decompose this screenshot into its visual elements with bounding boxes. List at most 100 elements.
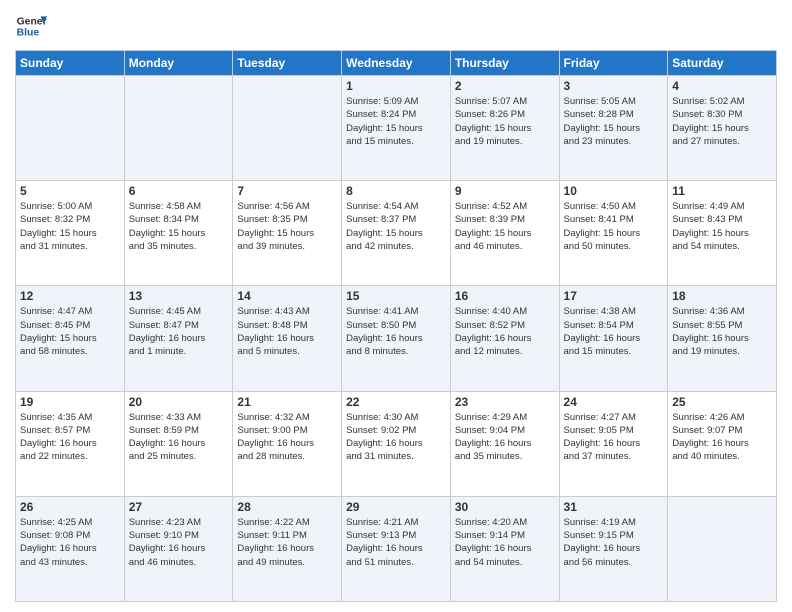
calendar-body: 1Sunrise: 5:09 AM Sunset: 8:24 PM Daylig…	[16, 76, 777, 602]
calendar-cell: 6 Sunrise: 4:58 AM Sunset: 8:34 PM Daylig…	[124, 181, 233, 286]
logo: General Blue	[15, 10, 47, 42]
day-info: Sunrise: 4:45 AM Sunset: 8:47 PM Dayligh…	[129, 305, 229, 358]
calendar-cell: 23 Sunrise: 4:29 AM Sunset: 9:04 PM Dayli…	[450, 391, 559, 496]
day-info: Sunrise: 4:58 AM Sunset: 8:34 PM Dayligh…	[129, 200, 229, 253]
svg-text:Blue: Blue	[17, 28, 40, 39]
day-info: Sunrise: 4:33 AM Sunset: 8:59 PM Dayligh…	[129, 411, 229, 464]
calendar-cell: 2 Sunrise: 5:07 AM Sunset: 8:26 PM Daylig…	[450, 76, 559, 181]
day-info: Sunrise: 4:30 AM Sunset: 9:02 PM Dayligh…	[346, 411, 446, 464]
day-info: Sunrise: 4:49 AM Sunset: 8:43 PM Dayligh…	[672, 200, 772, 253]
day-number: 19	[20, 395, 120, 409]
day-info: Sunrise: 4:29 AM Sunset: 9:04 PM Dayligh…	[455, 411, 555, 464]
calendar-cell: 1Sunrise: 5:09 AM Sunset: 8:24 PM Daylig…	[342, 76, 451, 181]
day-number: 4	[672, 79, 772, 93]
day-info: Sunrise: 4:35 AM Sunset: 8:57 PM Dayligh…	[20, 411, 120, 464]
day-number: 15	[346, 289, 446, 303]
calendar-cell: 24 Sunrise: 4:27 AM Sunset: 9:05 PM Dayli…	[559, 391, 668, 496]
day-info: Sunrise: 4:54 AM Sunset: 8:37 PM Dayligh…	[346, 200, 446, 253]
day-info: Sunrise: 4:38 AM Sunset: 8:54 PM Dayligh…	[564, 305, 664, 358]
calendar-cell: 11 Sunrise: 4:49 AM Sunset: 8:43 PM Dayli…	[668, 181, 777, 286]
calendar-cell: 7Sunrise: 4:56 AM Sunset: 8:35 PM Daylig…	[233, 181, 342, 286]
calendar-header-thursday: Thursday	[450, 51, 559, 76]
calendar-cell: 4 Sunrise: 5:02 AM Sunset: 8:30 PM Daylig…	[668, 76, 777, 181]
day-info: Sunrise: 4:25 AM Sunset: 9:08 PM Dayligh…	[20, 516, 120, 569]
calendar-cell: 13 Sunrise: 4:45 AM Sunset: 8:47 PM Dayli…	[124, 286, 233, 391]
calendar-cell: 14 Sunrise: 4:43 AM Sunset: 8:48 PM Dayli…	[233, 286, 342, 391]
calendar-cell: 21 Sunrise: 4:32 AM Sunset: 9:00 PM Dayli…	[233, 391, 342, 496]
day-info: Sunrise: 4:27 AM Sunset: 9:05 PM Dayligh…	[564, 411, 664, 464]
day-number: 27	[129, 500, 229, 514]
day-info: Sunrise: 5:00 AM Sunset: 8:32 PM Dayligh…	[20, 200, 120, 253]
day-info: Sunrise: 4:32 AM Sunset: 9:00 PM Dayligh…	[237, 411, 337, 464]
day-number: 31	[564, 500, 664, 514]
calendar-cell: 19 Sunrise: 4:35 AM Sunset: 8:57 PM Dayli…	[16, 391, 125, 496]
day-info: Sunrise: 4:43 AM Sunset: 8:48 PM Dayligh…	[237, 305, 337, 358]
calendar-header-monday: Monday	[124, 51, 233, 76]
day-number: 14	[237, 289, 337, 303]
day-number: 25	[672, 395, 772, 409]
day-info: Sunrise: 4:21 AM Sunset: 9:13 PM Dayligh…	[346, 516, 446, 569]
day-number: 2	[455, 79, 555, 93]
calendar-cell	[668, 496, 777, 601]
calendar-cell: 9Sunrise: 4:52 AM Sunset: 8:39 PM Daylig…	[450, 181, 559, 286]
calendar-cell: 12 Sunrise: 4:47 AM Sunset: 8:45 PM Dayli…	[16, 286, 125, 391]
calendar-cell: 3 Sunrise: 5:05 AM Sunset: 8:28 PM Daylig…	[559, 76, 668, 181]
calendar: SundayMondayTuesdayWednesdayThursdayFrid…	[15, 50, 777, 602]
calendar-cell: 10 Sunrise: 4:50 AM Sunset: 8:41 PM Dayli…	[559, 181, 668, 286]
day-number: 11	[672, 184, 772, 198]
calendar-cell: 20 Sunrise: 4:33 AM Sunset: 8:59 PM Dayli…	[124, 391, 233, 496]
day-info: Sunrise: 5:07 AM Sunset: 8:26 PM Dayligh…	[455, 95, 555, 148]
day-number: 23	[455, 395, 555, 409]
day-info: Sunrise: 5:02 AM Sunset: 8:30 PM Dayligh…	[672, 95, 772, 148]
calendar-header-row: SundayMondayTuesdayWednesdayThursdayFrid…	[16, 51, 777, 76]
day-info: Sunrise: 4:20 AM Sunset: 9:14 PM Dayligh…	[455, 516, 555, 569]
day-number: 12	[20, 289, 120, 303]
calendar-cell: 18 Sunrise: 4:36 AM Sunset: 8:55 PM Dayli…	[668, 286, 777, 391]
calendar-cell: 25 Sunrise: 4:26 AM Sunset: 9:07 PM Dayli…	[668, 391, 777, 496]
calendar-cell: 8 Sunrise: 4:54 AM Sunset: 8:37 PM Daylig…	[342, 181, 451, 286]
calendar-cell	[16, 76, 125, 181]
day-info: Sunrise: 4:23 AM Sunset: 9:10 PM Dayligh…	[129, 516, 229, 569]
day-info: Sunrise: 4:36 AM Sunset: 8:55 PM Dayligh…	[672, 305, 772, 358]
calendar-header-wednesday: Wednesday	[342, 51, 451, 76]
day-number: 21	[237, 395, 337, 409]
day-info: Sunrise: 4:56 AM Sunset: 8:35 PM Dayligh…	[237, 200, 337, 253]
day-number: 13	[129, 289, 229, 303]
calendar-week-0: 1Sunrise: 5:09 AM Sunset: 8:24 PM Daylig…	[16, 76, 777, 181]
calendar-cell: 17 Sunrise: 4:38 AM Sunset: 8:54 PM Dayli…	[559, 286, 668, 391]
calendar-week-4: 26 Sunrise: 4:25 AM Sunset: 9:08 PM Dayli…	[16, 496, 777, 601]
day-number: 6	[129, 184, 229, 198]
day-info: Sunrise: 4:50 AM Sunset: 8:41 PM Dayligh…	[564, 200, 664, 253]
calendar-cell: 28Sunrise: 4:22 AM Sunset: 9:11 PM Dayli…	[233, 496, 342, 601]
day-number: 18	[672, 289, 772, 303]
calendar-cell	[233, 76, 342, 181]
day-number: 20	[129, 395, 229, 409]
day-info: Sunrise: 4:40 AM Sunset: 8:52 PM Dayligh…	[455, 305, 555, 358]
calendar-cell: 5 Sunrise: 5:00 AM Sunset: 8:32 PM Daylig…	[16, 181, 125, 286]
day-info: Sunrise: 4:47 AM Sunset: 8:45 PM Dayligh…	[20, 305, 120, 358]
calendar-cell: 22 Sunrise: 4:30 AM Sunset: 9:02 PM Dayli…	[342, 391, 451, 496]
calendar-cell: 16Sunrise: 4:40 AM Sunset: 8:52 PM Dayli…	[450, 286, 559, 391]
day-info: Sunrise: 4:52 AM Sunset: 8:39 PM Dayligh…	[455, 200, 555, 253]
calendar-week-2: 12 Sunrise: 4:47 AM Sunset: 8:45 PM Dayli…	[16, 286, 777, 391]
calendar-cell: 27 Sunrise: 4:23 AM Sunset: 9:10 PM Dayli…	[124, 496, 233, 601]
day-info: Sunrise: 4:22 AM Sunset: 9:11 PM Dayligh…	[237, 516, 337, 569]
day-info: Sunrise: 4:26 AM Sunset: 9:07 PM Dayligh…	[672, 411, 772, 464]
calendar-cell: 31 Sunrise: 4:19 AM Sunset: 9:15 PM Dayli…	[559, 496, 668, 601]
calendar-cell: 26 Sunrise: 4:25 AM Sunset: 9:08 PM Dayli…	[16, 496, 125, 601]
logo-icon: General Blue	[15, 10, 47, 42]
day-number: 22	[346, 395, 446, 409]
day-info: Sunrise: 5:05 AM Sunset: 8:28 PM Dayligh…	[564, 95, 664, 148]
day-info: Sunrise: 5:09 AM Sunset: 8:24 PM Dayligh…	[346, 95, 446, 148]
day-number: 8	[346, 184, 446, 198]
day-number: 10	[564, 184, 664, 198]
day-info: Sunrise: 4:19 AM Sunset: 9:15 PM Dayligh…	[564, 516, 664, 569]
header: General Blue	[15, 10, 777, 42]
day-number: 24	[564, 395, 664, 409]
day-number: 3	[564, 79, 664, 93]
day-number: 26	[20, 500, 120, 514]
day-number: 5	[20, 184, 120, 198]
day-info: Sunrise: 4:41 AM Sunset: 8:50 PM Dayligh…	[346, 305, 446, 358]
calendar-header-tuesday: Tuesday	[233, 51, 342, 76]
day-number: 17	[564, 289, 664, 303]
